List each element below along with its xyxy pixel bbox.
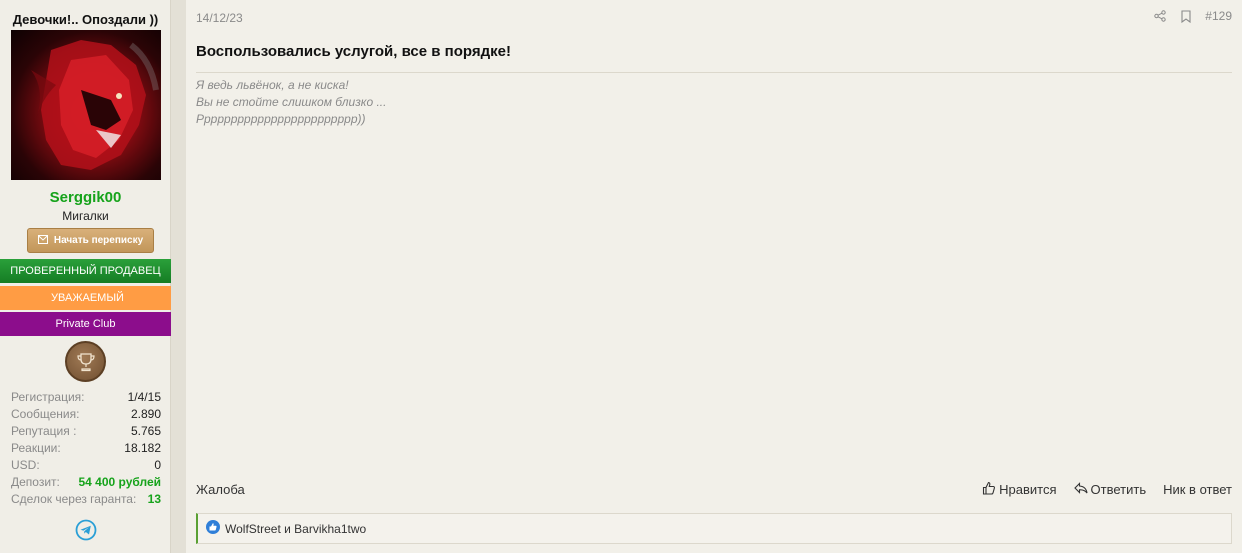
column-divider xyxy=(171,0,186,553)
quote-nick-button[interactable]: Ник в ответ xyxy=(1163,482,1232,497)
stat-label: Сделок через гаранта: xyxy=(11,492,137,506)
quote-nick-label: Ник в ответ xyxy=(1163,481,1232,497)
stat-value: 18.182 xyxy=(124,441,161,455)
post-footer: Жалоба Нравится Ответить Ник в ответ xyxy=(196,480,1232,498)
reactions-bar[interactable]: WolfStreet и Barvikha1two xyxy=(196,513,1232,544)
post-content: 14/12/23 #129 Воспользовались услугой, в… xyxy=(186,0,1242,553)
banner-private-club: Private Club xyxy=(0,312,175,336)
like-label: Нравится xyxy=(999,481,1057,497)
trophy-icon[interactable] xyxy=(65,341,106,382)
reactions-users[interactable]: WolfStreet и Barvikha1two xyxy=(225,522,366,536)
like-reaction-icon xyxy=(206,520,220,537)
post-number[interactable]: #129 xyxy=(1205,9,1232,23)
signature-line: Я ведь львёнок, а не киска! xyxy=(196,78,349,92)
user-role: Мигалки xyxy=(62,209,109,223)
stat-value: 54 400 рублей xyxy=(78,475,161,489)
stat-reputation: Репутация : 5.765 xyxy=(11,423,161,440)
stat-registration: Регистрация: 1/4/15 xyxy=(11,389,161,406)
like-button[interactable]: Нравится xyxy=(982,481,1057,498)
post-actions: #129 xyxy=(1153,9,1232,23)
stat-value: 13 xyxy=(147,492,161,506)
stat-reactions: Реакции: 18.182 xyxy=(11,440,161,457)
stat-value: 2.890 xyxy=(130,407,161,421)
telegram-icon[interactable] xyxy=(75,519,97,541)
banner-verified-seller: ПРОВЕРЕННЫЙ ПРОДАВЕЦ xyxy=(0,259,175,283)
signature-line: Вы не стойте слишком близко ... xyxy=(196,95,387,109)
stat-guarantor-deals: Сделок через гаранта: 13 xyxy=(11,491,161,508)
stat-label: Сообщения: xyxy=(11,407,80,421)
stat-value: 5.765 xyxy=(130,424,161,438)
stat-value: 1/4/15 xyxy=(127,390,161,404)
start-conversation-button[interactable]: Начать переписку xyxy=(27,228,154,253)
post-message: Воспользовались услугой, все в порядке! xyxy=(196,43,511,60)
share-icon[interactable] xyxy=(1153,9,1167,23)
stat-label: USD: xyxy=(11,458,40,472)
stat-label: Регистрация: xyxy=(11,390,85,404)
stat-value: 0 xyxy=(154,458,161,472)
report-link[interactable]: Жалоба xyxy=(196,482,245,497)
stat-label: Депозит: xyxy=(11,475,60,489)
envelope-icon xyxy=(37,234,48,247)
thumbs-up-icon xyxy=(982,481,996,498)
start-conversation-label: Начать переписку xyxy=(53,235,144,246)
signature-divider xyxy=(196,72,1232,73)
stat-deposit: Депозит: 54 400 рублей xyxy=(11,474,161,491)
stat-label: Реакции: xyxy=(11,441,61,455)
reply-label: Ответить xyxy=(1090,481,1147,497)
user-stats: Регистрация: 1/4/15 Сообщения: 2.890 Реп… xyxy=(11,389,161,508)
post-date[interactable]: 14/12/23 xyxy=(196,11,243,25)
reply-button[interactable]: Ответить xyxy=(1073,481,1147,497)
reply-icon xyxy=(1073,481,1088,497)
stat-messages: Сообщения: 2.890 xyxy=(11,406,161,423)
user-sidebar: Девочки!.. Опоздали )) Serggik00 Мигалки… xyxy=(0,0,175,553)
banner-respected: УВАЖАЕМЫЙ xyxy=(0,286,175,310)
user-title: Девочки!.. Опоздали )) xyxy=(12,12,159,27)
signature-line: Рррррррррррррррррррррррр)) xyxy=(196,112,366,126)
username[interactable]: Serggik00 xyxy=(0,189,171,206)
signature: Я ведь львёнок, а не киска! Вы не стойте… xyxy=(196,77,386,128)
post-footer-actions: Нравится Ответить Ник в ответ xyxy=(982,481,1232,498)
stat-label: Репутация : xyxy=(11,424,77,438)
stat-usd: USD: 0 xyxy=(11,457,161,474)
avatar[interactable] xyxy=(11,30,161,180)
bookmark-icon[interactable] xyxy=(1179,9,1193,23)
